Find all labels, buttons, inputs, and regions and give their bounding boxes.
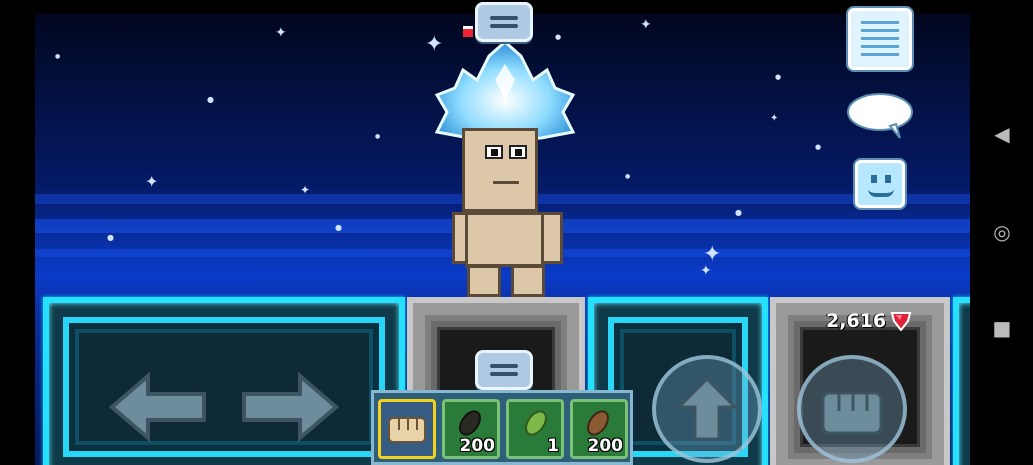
- eye: [485, 145, 503, 159]
- star: ●: [107, 233, 114, 242]
- star: ✦: [640, 17, 652, 33]
- star: ●: [375, 133, 381, 140]
- chat-bubble-icon[interactable]: [846, 92, 914, 140]
- punch-button[interactable]: [797, 355, 907, 463]
- green-seed-icon: [525, 410, 547, 436]
- mouth: [493, 181, 519, 184]
- fist-icon: [821, 391, 883, 435]
- star: ●: [335, 223, 342, 232]
- player-leg: [467, 265, 501, 297]
- star: ●: [775, 73, 782, 81]
- player-head: [462, 128, 538, 212]
- slot-count: 1: [547, 436, 559, 456]
- star: ●: [815, 143, 822, 151]
- player-leg: [511, 265, 545, 297]
- slot-count: 200: [587, 436, 624, 456]
- fist-icon: [388, 417, 426, 443]
- star: ✦: [770, 113, 779, 124]
- android-nav-bar: ◀ ◎ ■: [970, 0, 1033, 465]
- ice-crown: [434, 40, 576, 140]
- dark-seed-icon: [459, 410, 481, 436]
- star: ●: [55, 53, 61, 60]
- game-screen: ✦ ✦ ✦ ✦ ✦ ✦ ✦ ✦ ● ● ● ● ● ● ● ● ● ● 2,61…: [0, 0, 1033, 465]
- top-menu-button[interactable]: [475, 2, 533, 42]
- neon-block[interactable]: [953, 297, 970, 465]
- slot-count: 200: [459, 436, 496, 456]
- star: ✦: [300, 183, 311, 197]
- gem-count: 2,616: [826, 310, 887, 332]
- eye: [509, 145, 527, 159]
- neon-block[interactable]: [43, 297, 405, 465]
- star: ●: [735, 208, 742, 217]
- inventory-slot-fist[interactable]: [378, 399, 436, 459]
- player-arm: [541, 212, 563, 264]
- brown-seed-icon: [587, 410, 609, 436]
- up-arrow-icon: [677, 377, 737, 441]
- player-character[interactable]: [425, 40, 585, 298]
- inventory-slot-dark-seed[interactable]: 200: [442, 399, 500, 459]
- star: ●: [207, 95, 214, 104]
- inventory-slot-brown-seed[interactable]: 200: [570, 399, 628, 459]
- star: ✦: [275, 25, 287, 41]
- star: ✦: [700, 263, 712, 279]
- inventory-toggle-button[interactable]: [475, 350, 533, 390]
- gem-icon: [890, 312, 912, 331]
- player-torso: [465, 212, 545, 267]
- star: ●: [625, 173, 631, 180]
- jump-button[interactable]: [652, 355, 762, 463]
- right-arrow-icon[interactable]: [240, 372, 340, 442]
- star: ✦: [145, 172, 159, 191]
- square-icon[interactable]: ■: [990, 316, 1014, 340]
- inventory-bar: 200 1 200: [371, 390, 633, 465]
- list-icon[interactable]: [848, 8, 912, 70]
- left-arrow-icon[interactable]: [108, 372, 208, 442]
- inventory-slot-green-seed[interactable]: 1: [506, 399, 564, 459]
- home-circle-icon[interactable]: ◎: [990, 220, 1014, 244]
- back-triangle-icon[interactable]: ◀: [990, 122, 1014, 146]
- gem-counter: 2,616: [826, 310, 912, 332]
- flag-icon: [463, 26, 473, 37]
- smiley-icon[interactable]: [855, 160, 905, 208]
